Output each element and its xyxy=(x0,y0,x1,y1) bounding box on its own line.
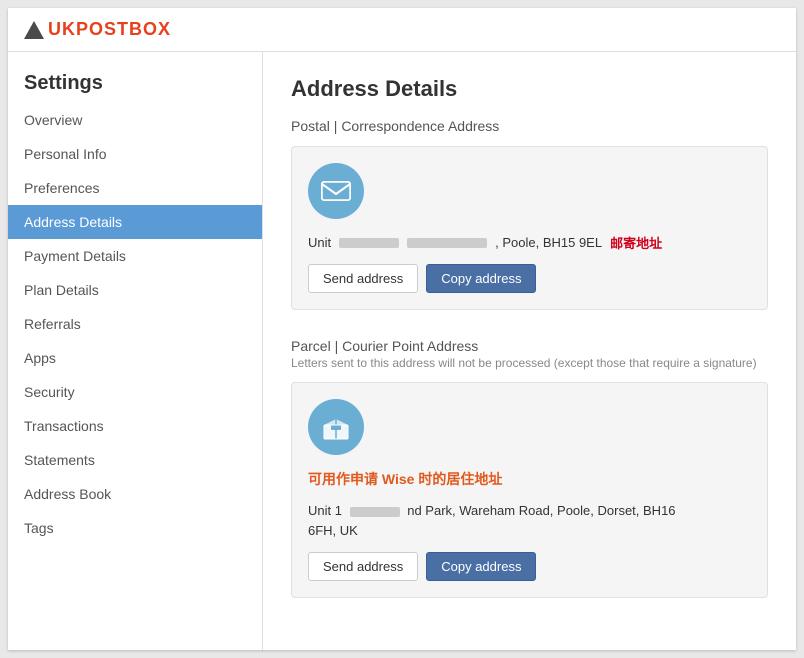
parcel-section: Parcel | Courier Point Address Letters s… xyxy=(291,338,768,598)
sidebar-title: Settings xyxy=(8,60,262,103)
postal-button-row: Send address Copy address xyxy=(308,264,751,293)
logo-triangle-icon xyxy=(24,21,44,39)
sidebar-item-preferences[interactable]: Preferences xyxy=(8,171,262,205)
parcel-section-title: Parcel | Courier Point Address Letters s… xyxy=(291,338,768,370)
parcel-address-prefix: Unit 1 xyxy=(308,503,342,518)
outer-frame: UKPOSTBOX Settings Overview Personal Inf… xyxy=(0,0,804,658)
sidebar-item-address-details[interactable]: Address Details xyxy=(8,205,262,239)
main-layout: Settings Overview Personal Info Preferen… xyxy=(8,52,796,650)
sidebar-item-plan-details[interactable]: Plan Details xyxy=(8,273,262,307)
postal-address-card: Unit , Poole, BH15 9EL 邮寄地址 Send address… xyxy=(291,146,768,310)
logo-uk: UK xyxy=(48,19,76,39)
postal-send-button[interactable]: Send address xyxy=(308,264,418,293)
postal-annotation: 邮寄地址 xyxy=(610,233,662,252)
parcel-redacted-1 xyxy=(350,507,400,517)
parcel-address-multiline: Unit 1 nd Park, Wareham Road, Poole, Dor… xyxy=(308,501,751,540)
inner-frame: UKPOSTBOX Settings Overview Personal Inf… xyxy=(8,8,796,650)
parcel-address-row: 可用作申请 Wise 时的居住地址 xyxy=(308,469,751,489)
logo-postbox: POSTBOX xyxy=(76,19,171,39)
postal-address-row: Unit , Poole, BH15 9EL 邮寄地址 xyxy=(308,233,751,252)
sidebar-item-referrals[interactable]: Referrals xyxy=(8,307,262,341)
postal-redacted-1 xyxy=(339,238,399,248)
postal-address-prefix: Unit xyxy=(308,235,331,250)
postal-section: Postal | Correspondence Address xyxy=(291,118,768,310)
sidebar: Settings Overview Personal Info Preferen… xyxy=(8,52,263,650)
sidebar-item-overview[interactable]: Overview xyxy=(8,103,262,137)
sidebar-item-personal-info[interactable]: Personal Info xyxy=(8,137,262,171)
parcel-icon-circle xyxy=(308,399,364,455)
postal-section-title: Postal | Correspondence Address xyxy=(291,118,768,134)
postal-redacted-2 xyxy=(407,238,487,248)
logo-text: UKPOSTBOX xyxy=(48,19,171,40)
parcel-icon xyxy=(320,411,352,443)
parcel-icon-row xyxy=(308,399,751,455)
parcel-address-suffix: 6FH, UK xyxy=(308,523,358,538)
parcel-address-card: 可用作申请 Wise 时的居住地址 Unit 1 nd Park, Wareha… xyxy=(291,382,768,598)
sidebar-item-tags[interactable]: Tags xyxy=(8,511,262,545)
parcel-title-main: Parcel | Courier Point Address xyxy=(291,338,768,354)
postal-copy-button[interactable]: Copy address xyxy=(426,264,536,293)
parcel-address-middle: nd Park, Wareham Road, Poole, Dorset, BH… xyxy=(407,503,675,518)
sidebar-item-statements[interactable]: Statements xyxy=(8,443,262,477)
parcel-annotation: 可用作申请 Wise 时的居住地址 xyxy=(308,469,502,489)
header: UKPOSTBOX xyxy=(8,8,796,52)
sidebar-item-payment-details[interactable]: Payment Details xyxy=(8,239,262,273)
sidebar-item-address-book[interactable]: Address Book xyxy=(8,477,262,511)
logo-area: UKPOSTBOX xyxy=(24,19,171,40)
postal-address-suffix: , Poole, BH15 9EL xyxy=(495,235,602,250)
postal-icon-circle xyxy=(308,163,364,219)
sidebar-item-apps[interactable]: Apps xyxy=(8,341,262,375)
postal-icon-row xyxy=(308,163,751,219)
sidebar-item-security[interactable]: Security xyxy=(8,375,262,409)
page-title: Address Details xyxy=(291,76,768,102)
envelope-icon xyxy=(320,175,352,207)
parcel-subtitle: Letters sent to this address will not be… xyxy=(291,356,768,370)
sidebar-item-transactions[interactable]: Transactions xyxy=(8,409,262,443)
content-area: Address Details Postal | Correspondence … xyxy=(263,52,796,650)
